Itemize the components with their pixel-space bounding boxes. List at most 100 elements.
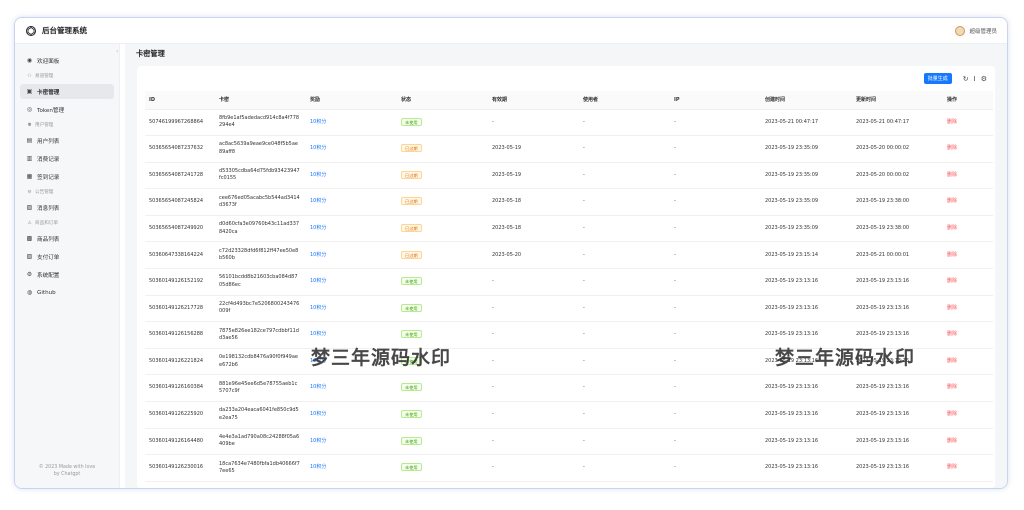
reward-link[interactable]: 10积分 xyxy=(310,225,326,231)
avatar[interactable] xyxy=(955,25,966,36)
cell-expire: 2023-05-18 xyxy=(488,188,579,216)
sidebar-item[interactable]: ▣ 卡密管理 xyxy=(20,84,114,99)
reward-link[interactable]: 10积分 xyxy=(310,411,326,417)
delete-button[interactable]: 删除 xyxy=(947,278,957,284)
cell-card: 8fb9e1af5adedacd914c8a4f778294e4 xyxy=(215,109,306,137)
cell-created: 2023-05-19 23:35:09 xyxy=(761,188,852,216)
cell-reward: 10积分 xyxy=(306,295,397,323)
delete-button[interactable]: 删除 xyxy=(947,252,957,258)
group-icon: ⚠ xyxy=(27,220,32,226)
sidebar-item[interactable]: ▩ 商品列表 xyxy=(15,231,119,246)
delete-button[interactable]: 删除 xyxy=(947,145,957,151)
cell-created: 2023-05-19 23:35:09 xyxy=(761,135,852,163)
cell-status: 已过期 xyxy=(397,162,488,190)
sidebar-item[interactable]: ▨ 支付订单 xyxy=(15,249,119,264)
column-header: 有效期 xyxy=(488,91,579,110)
delete-button[interactable]: 删除 xyxy=(947,331,957,337)
sidebar-item-label: 消息列表 xyxy=(37,205,60,212)
cell-reward: 10积分 xyxy=(306,374,397,403)
delete-button[interactable]: 删除 xyxy=(947,411,957,417)
column-header: ID xyxy=(145,91,215,110)
refresh-icon[interactable]: ↻ xyxy=(963,75,969,83)
cell-created: 2023-05-19 23:13:16 xyxy=(761,401,852,429)
sidebar-item[interactable]: ▧ 消息列表 xyxy=(15,200,119,215)
user-list-icon: ▤ xyxy=(26,137,33,144)
sidebar-item-label: 系统配置 xyxy=(37,272,60,279)
app-title: 后台管理系统 xyxy=(42,26,87,35)
cell-action: 删除 xyxy=(943,215,993,243)
sidebar-item[interactable]: ⚙ 系统配置 xyxy=(15,267,119,282)
cell-user: - xyxy=(579,321,670,349)
delete-button[interactable]: 删除 xyxy=(947,198,957,204)
reward-link[interactable]: 10积分 xyxy=(310,198,326,204)
sidebar-item[interactable]: ◍ Github xyxy=(15,285,119,300)
column-height-icon[interactable]: Ⅰ xyxy=(974,75,976,83)
cell-expire: - xyxy=(488,428,579,456)
cell-created: 2023-05-19 23:13:16 xyxy=(761,428,852,456)
column-header: 创建时间 xyxy=(761,91,852,110)
cell-id: 50365654087237632 xyxy=(145,135,215,163)
cell-reward: 10积分 xyxy=(306,215,397,243)
sidebar-collapse-icon[interactable]: ‹ xyxy=(116,48,118,55)
cell-card: da233a204eaca6041fe850c9d5e2ea75 xyxy=(215,401,306,429)
sidebar-item[interactable]: ◉ 欢迎面板 xyxy=(15,53,119,68)
batch-generate-button[interactable]: 批量生成 xyxy=(923,73,952,84)
reward-link[interactable]: 10积分 xyxy=(310,305,326,311)
cell-user: - xyxy=(579,268,670,296)
reward-link[interactable]: 10积分 xyxy=(310,331,326,337)
reward-link[interactable]: 10积分 xyxy=(310,172,326,178)
sidebar-group-label: ⚉ 用户管理 xyxy=(15,120,119,130)
reward-link[interactable]: 10积分 xyxy=(310,278,326,284)
column-header: 操作 xyxy=(943,91,993,110)
delete-button[interactable]: 删除 xyxy=(947,438,957,444)
sidebar-item[interactable]: ▦ 签到记录 xyxy=(15,169,119,184)
cell-reward: 10积分 xyxy=(306,109,397,137)
cell-id: 50365654087245824 xyxy=(145,188,215,216)
reward-link[interactable]: 10积分 xyxy=(310,464,326,470)
lock-icon: ▣ xyxy=(26,88,33,95)
sidebar-item[interactable]: ▤ 用户列表 xyxy=(15,133,119,148)
cell-card: ac8ac5639a9eae9ce048f5b5ae89aff8 xyxy=(215,135,306,163)
delete-button[interactable]: 删除 xyxy=(947,358,957,364)
cell-expire: - xyxy=(488,321,579,349)
cell-card: 18ca7634e7480fbfa1db40666f77ee65 xyxy=(215,454,306,482)
status-badge: 未使用 xyxy=(401,277,422,286)
username[interactable]: 超级管理员 xyxy=(969,27,997,35)
status-badge: 已过期 xyxy=(401,223,422,232)
cell-status: 已过期 xyxy=(397,135,488,163)
table-header-row: ID 卡密 奖励 状态 有效期 使用者 IP 创建时间 更新时间 操作 xyxy=(145,91,993,110)
status-badge: 未使用 xyxy=(401,410,422,419)
cell-action: 删除 xyxy=(943,428,993,456)
status-badge: 已过期 xyxy=(401,250,422,259)
reward-link[interactable]: 10积分 xyxy=(310,438,326,444)
cell-ip: - xyxy=(670,321,761,349)
reward-link[interactable]: 10积分 xyxy=(310,119,326,125)
table-card: 批量生成 ↻ Ⅰ ⚙ ID 卡密 奖励 状态 有效期 使用者 IP 创建时间 更新时间 操作 50… xyxy=(137,66,995,488)
settings-icon[interactable]: ⚙ xyxy=(981,75,987,83)
cell-created: 2023-05-19 23:15:14 xyxy=(761,241,852,270)
delete-button[interactable]: 删除 xyxy=(947,119,957,125)
cell-created: 2023-05-19 23:35:09 xyxy=(761,162,852,190)
delete-button[interactable]: 删除 xyxy=(947,384,957,390)
delete-button[interactable]: 删除 xyxy=(947,464,957,470)
status-badge: 未使用 xyxy=(401,463,422,472)
cell-id: 50365654087249920 xyxy=(145,215,215,243)
sidebar-item[interactable]: ◎ Token管理 xyxy=(15,102,119,117)
cell-created: 2023-05-19 23:13:16 xyxy=(761,374,852,403)
cell-user: - xyxy=(579,188,670,216)
cell-status: 未使用 xyxy=(397,401,488,429)
cell-user: - xyxy=(579,241,670,270)
sidebar-item[interactable]: ▥ 消费记录 xyxy=(15,151,119,166)
delete-button[interactable]: 删除 xyxy=(947,305,957,311)
card-table: ID 卡密 奖励 状态 有效期 使用者 IP 创建时间 更新时间 操作 5074619996726… xyxy=(145,91,993,482)
reward-link[interactable]: 10积分 xyxy=(310,145,326,151)
cell-updated: 2023-05-19 23:13:16 xyxy=(852,428,943,456)
cell-id: 50365654087241728 xyxy=(145,162,215,190)
delete-button[interactable]: 删除 xyxy=(947,225,957,231)
cell-card: 7875e826ee182ce797cdbbf11dd3ae56 xyxy=(215,321,306,349)
reward-link[interactable]: 10积分 xyxy=(310,252,326,258)
sidebar-footer: © 2023 Made with love by Chatgpt xyxy=(15,464,119,478)
reward-link[interactable]: 10积分 xyxy=(310,384,326,390)
delete-button[interactable]: 删除 xyxy=(947,172,957,178)
cell-status: 已过期 xyxy=(397,215,488,243)
